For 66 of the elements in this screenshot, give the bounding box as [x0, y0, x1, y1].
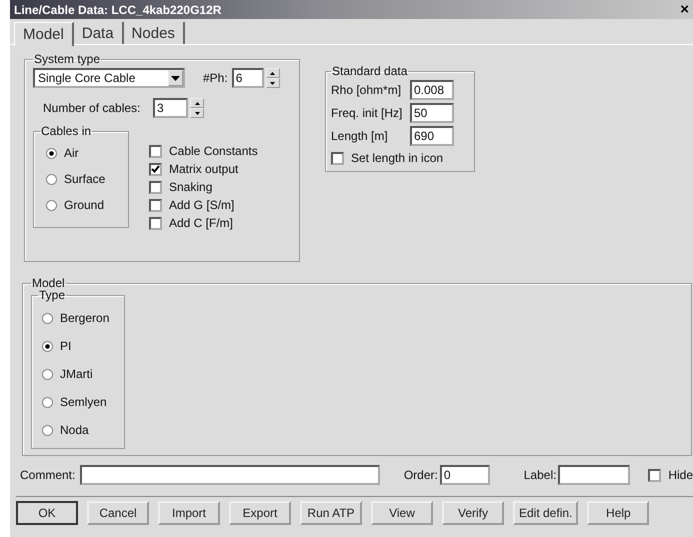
spinner-icon[interactable] — [190, 98, 204, 118]
label-label: Label: — [524, 468, 556, 482]
field-label: Rho [ohm*m] — [331, 82, 402, 96]
field-label: Freq. init [Hz] — [331, 106, 404, 120]
field-label: Length [m] — [331, 128, 389, 142]
checkbox[interactable] — [149, 216, 162, 230]
input-field[interactable]: 690 — [410, 126, 454, 146]
system-type-dropdown[interactable]: Single Core Cable — [33, 68, 185, 88]
radio-button[interactable] — [46, 148, 57, 158]
radio-label: Bergeron — [60, 311, 110, 325]
radio-button[interactable] — [42, 396, 53, 408]
spinner-icon[interactable] — [266, 68, 280, 88]
radio-button[interactable] — [46, 200, 57, 210]
cables-count-label: Number of cables: — [43, 101, 142, 115]
radio-button[interactable] — [42, 340, 53, 352]
radio-button[interactable] — [46, 174, 57, 184]
radio-button[interactable] — [42, 424, 53, 436]
dialog-button[interactable]: Verify — [442, 501, 504, 525]
dialog-button[interactable]: Help — [587, 501, 650, 525]
checkbox[interactable] — [149, 180, 162, 194]
order-label: Order: — [404, 468, 438, 482]
comment-field[interactable] — [80, 465, 380, 485]
close-button[interactable]: × — [676, 2, 693, 18]
dialog-button[interactable]: View — [371, 501, 433, 525]
group-title: Standard data — [331, 64, 408, 78]
input-field[interactable]: 0.008 — [410, 80, 454, 100]
dialog-button[interactable]: Edit defin. — [513, 501, 578, 525]
group-title: Cables in — [40, 124, 92, 138]
checkbox-label: Snaking — [169, 180, 212, 194]
dialog-button[interactable]: OK — [16, 501, 78, 525]
radio-label: Noda — [60, 423, 89, 437]
radio-label: PI — [60, 339, 72, 353]
radio-label: Semlyen — [60, 395, 107, 409]
checkbox[interactable] — [648, 468, 662, 482]
comment-label: Comment: — [20, 468, 76, 482]
radio-label: Ground — [64, 198, 104, 212]
phases-field[interactable]: 6 — [232, 68, 264, 88]
phases-label: #Ph: — [203, 71, 228, 85]
checkbox-label: Matrix output — [169, 162, 238, 176]
radio-button[interactable] — [42, 368, 53, 380]
checkbox-label: Cable Constants — [169, 144, 258, 158]
checkbox-label: Set length in icon — [351, 151, 444, 165]
dialog-button[interactable]: Run ATP — [300, 501, 362, 525]
group-title: Model — [31, 276, 66, 290]
radio-button[interactable] — [42, 312, 53, 324]
dialog-button[interactable]: Import — [158, 501, 220, 525]
order-field[interactable]: 0 — [440, 465, 490, 485]
group-title: Type — [38, 288, 66, 302]
checkbox[interactable] — [149, 198, 162, 212]
checkbox-label: Hide — [668, 468, 693, 482]
checkbox[interactable] — [331, 152, 344, 164]
window-title: Line/Cable Data: LCC_4kab220G12R — [14, 2, 222, 16]
checkbox-label: Add G [S/m] — [169, 198, 234, 212]
checkbox[interactable] — [149, 162, 162, 176]
label-field[interactable] — [558, 465, 630, 485]
cables-count-field[interactable]: 3 — [153, 98, 188, 118]
group-title: System type — [33, 52, 102, 66]
checkbox[interactable] — [149, 144, 162, 158]
input-field[interactable]: 50 — [410, 102, 454, 122]
radio-label: Air — [64, 146, 79, 160]
dialog-button[interactable]: Cancel — [87, 501, 149, 525]
dialog-button[interactable]: Export — [229, 501, 291, 525]
radio-label: JMarti — [60, 367, 93, 381]
radio-label: Surface — [64, 172, 106, 186]
checkbox-label: Add C [F/m] — [169, 216, 234, 230]
tab[interactable]: Model — [14, 22, 74, 46]
